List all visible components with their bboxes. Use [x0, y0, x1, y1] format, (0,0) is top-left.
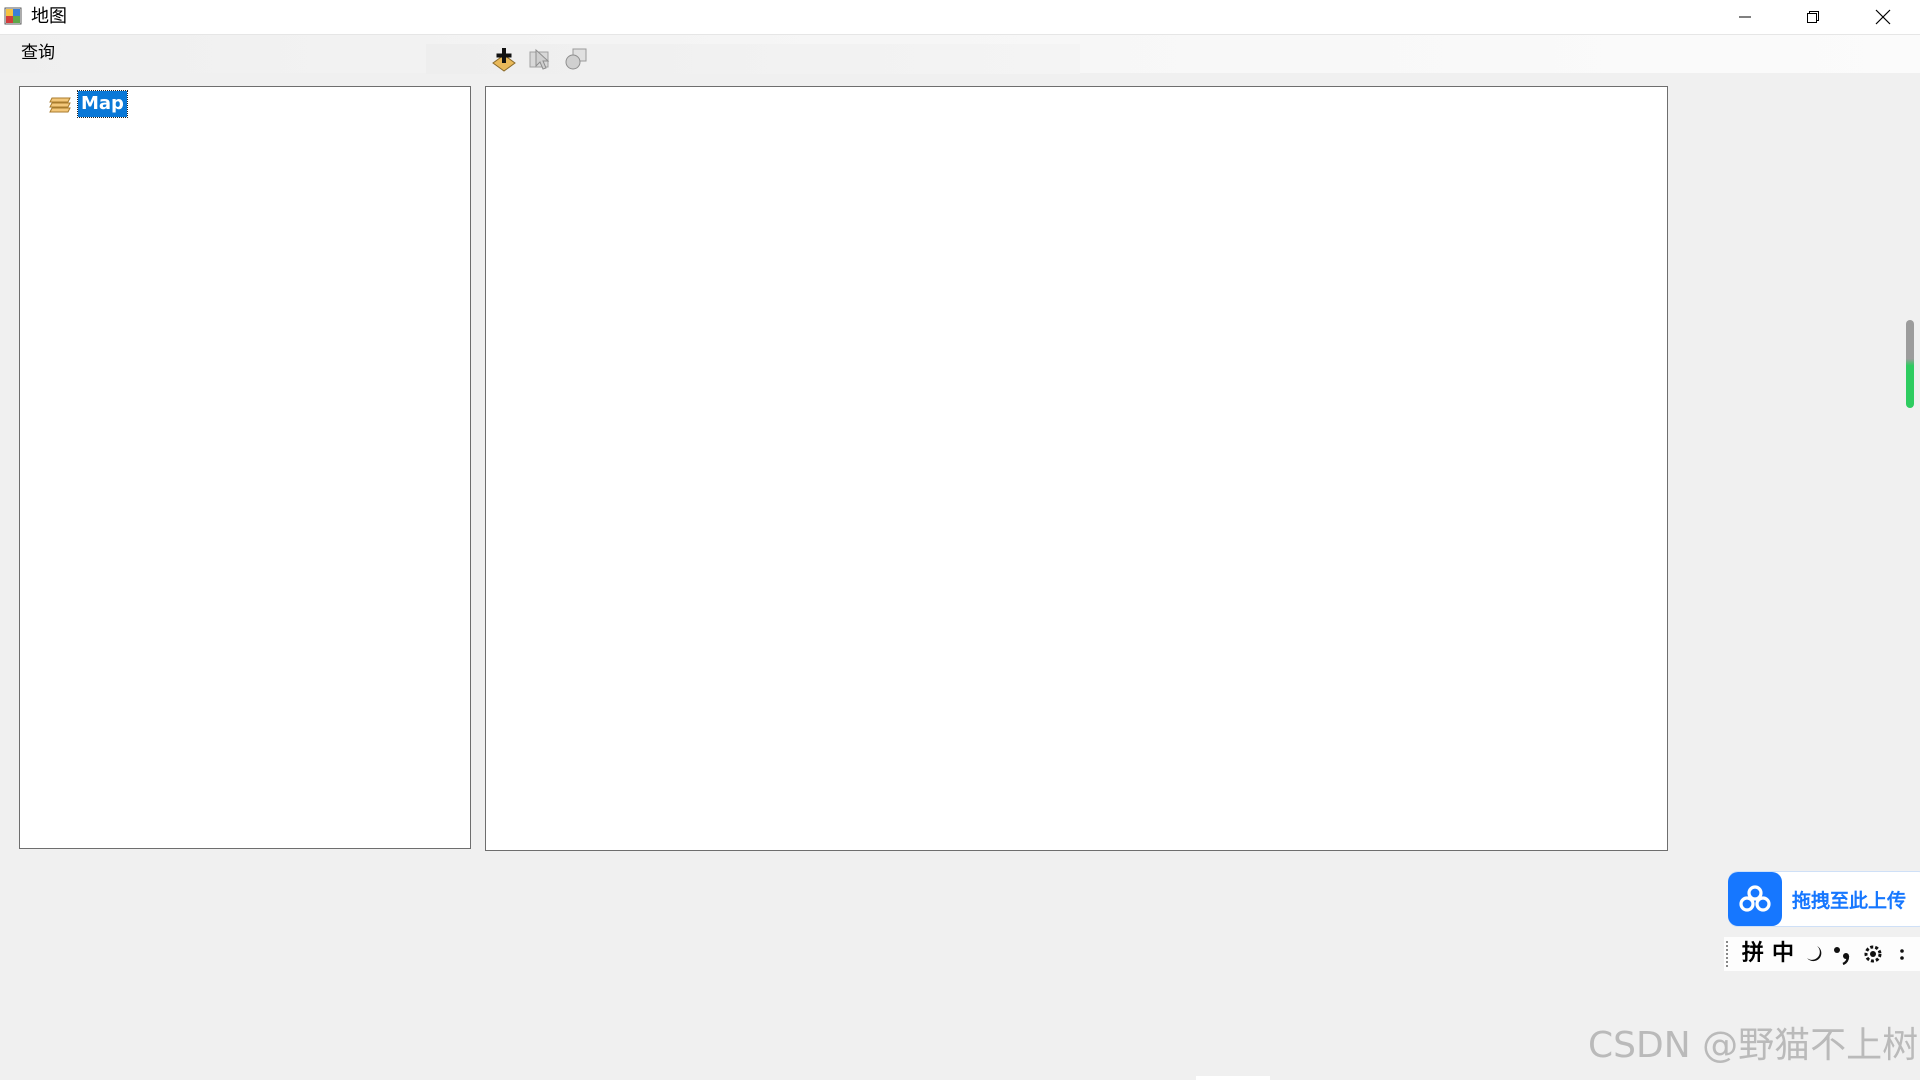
ime-language-toggle[interactable]: 中 [1772, 941, 1794, 967]
minimize-button[interactable] [1710, 0, 1780, 34]
restore-icon [1807, 11, 1819, 23]
restore-button[interactable] [1778, 0, 1848, 34]
settings-icon[interactable] [1861, 942, 1885, 966]
divider [1196, 1076, 1270, 1080]
minimize-icon [1739, 16, 1751, 18]
title-bar: 地图 [0, 0, 1920, 35]
ime-toolbar: 拼 中 [1724, 937, 1920, 971]
close-icon [1875, 9, 1891, 25]
upload-label: 拖拽至此上传 [1792, 889, 1907, 912]
window-title: 地图 [31, 6, 67, 27]
menu-query[interactable]: 查询 [21, 43, 55, 63]
cloud-icon [1728, 872, 1782, 926]
moon-icon[interactable] [1802, 942, 1826, 966]
select-features-button[interactable] [526, 46, 554, 72]
more-icon[interactable] [1891, 942, 1915, 966]
clear-selection-button[interactable] [562, 46, 590, 72]
app-map-icon [4, 7, 22, 25]
upload-widget[interactable]: 拖拽至此上传 [1728, 871, 1920, 927]
map-toolbar [426, 44, 1080, 74]
close-button[interactable] [1848, 0, 1918, 34]
toc-node-label[interactable]: Map [77, 90, 128, 118]
toc-node-map[interactable]: Map [48, 87, 128, 121]
add-data-button[interactable] [490, 46, 518, 72]
layers-icon [49, 97, 71, 113]
map-control[interactable] [485, 86, 1668, 851]
ime-pinyin-toggle[interactable]: 拼 [1742, 941, 1764, 967]
punctuation-icon[interactable] [1831, 942, 1855, 966]
level-indicator [1906, 320, 1914, 408]
select-features-icon [529, 48, 550, 70]
clear-selection-icon [565, 48, 587, 70]
toc-panel[interactable]: Map [19, 86, 471, 849]
grip-handle[interactable] [1726, 941, 1732, 967]
add-data-icon [492, 48, 516, 72]
watermark: CSDN @野猫不上树 [1588, 1025, 1919, 1066]
